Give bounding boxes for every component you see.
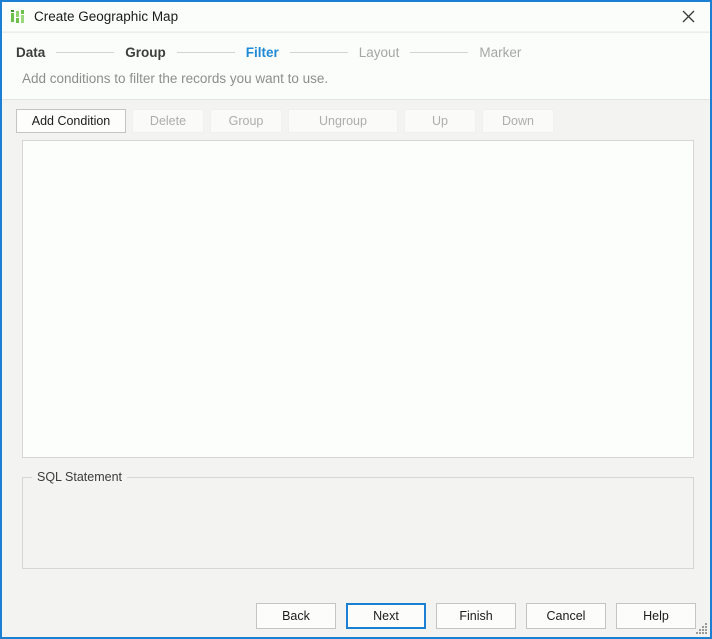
breadcrumb-step-filter[interactable]: Filter [246,45,279,60]
breadcrumb-connector [410,52,468,53]
conditions-list-panel[interactable] [22,140,694,458]
breadcrumb-connector [177,52,235,53]
condition-toolbar: Add Condition Delete Group Ungroup Up Do… [16,109,554,133]
move-down-button[interactable]: Down [482,109,554,133]
sql-statement-label: SQL Statement [32,470,127,484]
ungroup-button[interactable]: Ungroup [288,109,398,133]
create-geographic-map-dialog: Create Geographic Map Data Group Filter … [0,0,712,639]
footer-button-group: Back Next Finish Cancel Help [256,603,696,629]
breadcrumb-connector [290,52,348,53]
group-button[interactable]: Group [210,109,282,133]
wizard-header: Data Group Filter Layout Marker Add cond… [2,33,710,100]
breadcrumb-step-layout: Layout [359,45,400,60]
page-subtitle: Add conditions to filter the records you… [22,71,328,86]
move-up-button[interactable]: Up [404,109,476,133]
close-button[interactable] [666,2,710,31]
window-title: Create Geographic Map [34,9,178,24]
breadcrumb: Data Group Filter Layout Marker [16,42,521,62]
sql-statement-groupbox: SQL Statement [22,477,694,569]
bar-chart-icon [10,9,26,25]
next-button[interactable]: Next [346,603,426,629]
breadcrumb-step-group[interactable]: Group [125,45,166,60]
breadcrumb-connector [56,52,114,53]
close-icon [682,10,695,23]
breadcrumb-step-marker: Marker [479,45,521,60]
cancel-button[interactable]: Cancel [526,603,606,629]
finish-button[interactable]: Finish [436,603,516,629]
dialog-footer: Back Next Finish Cancel Help [2,590,710,637]
dialog-body: Add Condition Delete Group Ungroup Up Do… [2,100,710,590]
delete-button[interactable]: Delete [132,109,204,133]
title-bar: Create Geographic Map [2,2,710,31]
breadcrumb-step-data[interactable]: Data [16,45,45,60]
help-button[interactable]: Help [616,603,696,629]
back-button[interactable]: Back [256,603,336,629]
resize-grip-icon[interactable] [694,621,708,635]
add-condition-button[interactable]: Add Condition [16,109,126,133]
